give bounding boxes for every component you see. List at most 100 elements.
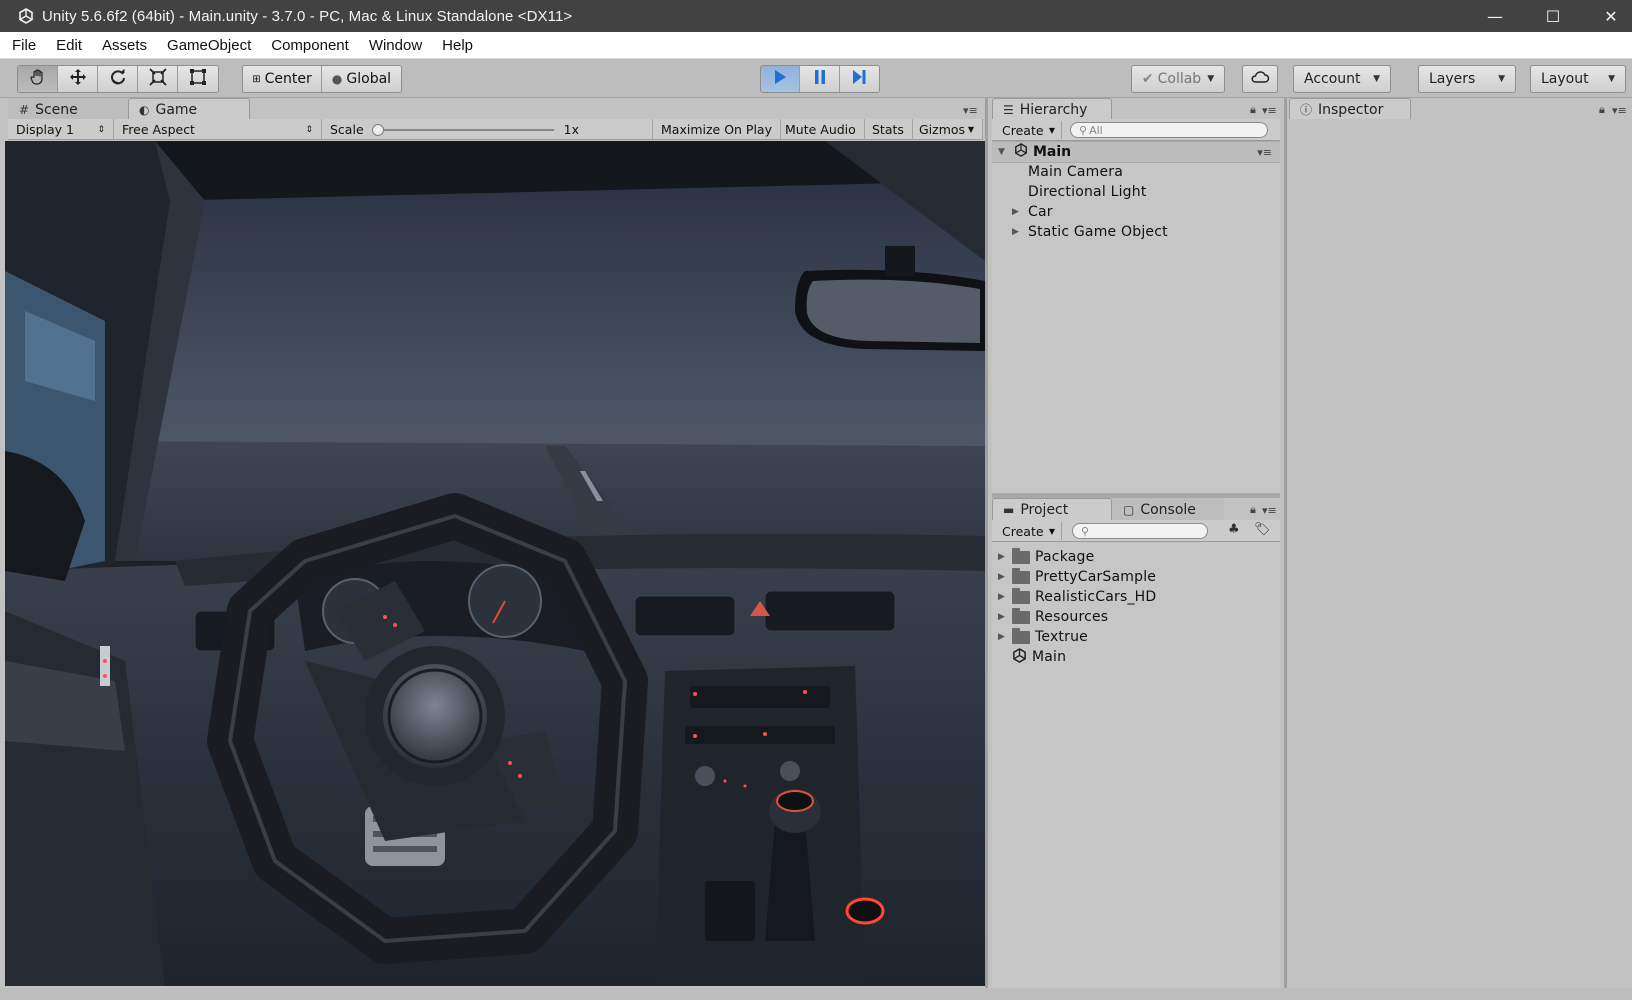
project-item-label: Main [1032, 649, 1067, 665]
display-dropdown[interactable]: Display 1 ⇕ [8, 119, 114, 140]
project-item-label: Package [1035, 549, 1095, 565]
project-item-textrue[interactable]: ▶ Textrue [998, 627, 1088, 647]
cloud-button[interactable] [1242, 65, 1278, 93]
menu-component[interactable]: Component [259, 37, 357, 54]
fold-down-icon[interactable]: ▼ [998, 147, 1012, 157]
account-dropdown[interactable]: Account ▼ [1293, 65, 1391, 93]
panel-menu-icon[interactable]: ▾≡ [1612, 104, 1627, 117]
stats-toggle[interactable]: Stats [864, 119, 913, 140]
hierarchy-search-input[interactable]: ⚲ All [1070, 122, 1268, 138]
tab-project[interactable]: ▬ Project [992, 498, 1112, 520]
move-tool-button[interactable] [58, 66, 98, 92]
tab-scene[interactable]: # Scene [8, 98, 128, 120]
maximize-on-play-toggle[interactable]: Maximize On Play [652, 119, 781, 140]
project-search-input[interactable]: ⚲ [1072, 523, 1208, 539]
hierarchy-item-static-game-object[interactable]: ▶ Static Game Object [1012, 222, 1168, 242]
folder-icon [1012, 627, 1030, 644]
menu-assets[interactable]: Assets [90, 37, 155, 54]
layers-dropdown[interactable]: Layers ▼ [1418, 65, 1516, 93]
maximize-button[interactable]: ☐ [1524, 0, 1582, 32]
layout-dropdown[interactable]: Layout ▼ [1530, 65, 1626, 93]
hierarchy-tabs: ☰ Hierarchy 🔒︎ ▾≡ [992, 98, 1280, 120]
lock-icon[interactable]: 🔒︎ [1599, 103, 1605, 117]
folder-icon [1012, 567, 1030, 584]
aspect-dropdown[interactable]: Free Aspect ⇕ [114, 119, 322, 140]
hierarchy-item-label: Directional Light [1028, 184, 1147, 200]
filter-by-type-icon[interactable]: ♣ [1228, 522, 1240, 537]
project-item-label: Resources [1035, 609, 1109, 625]
menu-edit[interactable]: Edit [44, 37, 90, 54]
menu-file[interactable]: File [0, 37, 44, 54]
scene-menu-icon[interactable]: ▾≡ [1257, 146, 1272, 159]
project-item-prettycarsample[interactable]: ▶ PrettyCarSample [998, 567, 1156, 587]
minimize-button[interactable]: — [1466, 0, 1524, 32]
tab-console[interactable]: ▢ Console [1112, 498, 1224, 520]
menu-gameobject[interactable]: GameObject [155, 37, 259, 54]
tab-scene-label: Scene [35, 101, 78, 118]
hand-tool-button[interactable] [18, 66, 58, 92]
filter-by-label-icon[interactable]: 🏷︎ [1254, 522, 1271, 537]
hierarchy-create-dropdown[interactable]: Create ▼ [996, 121, 1062, 139]
rotate-tool-button[interactable] [98, 66, 138, 92]
project-item-resources[interactable]: ▶ Resources [998, 607, 1108, 627]
scale-slider[interactable] [371, 123, 554, 136]
pause-button[interactable] [800, 66, 840, 92]
menu-help[interactable]: Help [430, 37, 481, 54]
rect-transform-icon [189, 68, 207, 90]
project-item-label: Textrue [1035, 629, 1088, 645]
lock-icon[interactable]: 🔒︎ [1250, 103, 1256, 117]
gizmos-dropdown[interactable]: Gizmos ▼ [911, 119, 983, 140]
hierarchy-scene-row[interactable]: ▼ Main ▾≡ [992, 141, 1280, 163]
scale-tool-button[interactable] [138, 66, 178, 92]
info-icon: ⓘ [1300, 103, 1313, 117]
project-item-realisticcars-hd[interactable]: ▶ RealisticCars_HD [998, 587, 1156, 607]
panel-menu-icon[interactable]: ▾≡ [1262, 504, 1277, 517]
tab-hierarchy[interactable]: ☰ Hierarchy [992, 98, 1112, 120]
chevron-down-icon: ▼ [1608, 74, 1615, 84]
fold-right-icon[interactable]: ▶ [1012, 227, 1026, 237]
panel-splitter[interactable] [1284, 98, 1287, 988]
fold-right-icon[interactable]: ▶ [998, 552, 1012, 562]
panel-splitter[interactable] [985, 98, 988, 988]
close-button[interactable]: ✕ [1582, 0, 1632, 32]
chevron-down-icon: ▼ [967, 125, 974, 134]
window-title: Unity 5.6.6f2 (64bit) - Main.unity - 3.7… [42, 7, 573, 25]
rect-tool-button[interactable] [178, 66, 218, 92]
account-label: Account [1304, 71, 1361, 87]
game-view-viewport[interactable] [5, 141, 985, 986]
step-button[interactable] [839, 66, 879, 92]
transform-tools [17, 65, 219, 93]
tab-inspector[interactable]: ⓘ Inspector [1289, 98, 1411, 120]
lock-icon[interactable]: 🔒︎ [1250, 503, 1256, 517]
scene-name: Main [1033, 144, 1072, 160]
hierarchy-item-main-camera[interactable]: Main Camera [1028, 162, 1123, 182]
hierarchy-item-directional-light[interactable]: Directional Light [1028, 182, 1147, 202]
create-label: Create [1002, 122, 1044, 138]
play-button[interactable] [761, 66, 801, 92]
move-arrows-icon [68, 67, 88, 91]
slider-thumb[interactable] [371, 123, 384, 136]
fold-right-icon[interactable]: ▶ [998, 612, 1012, 622]
panel-menu-icon[interactable]: ▾≡ [963, 104, 978, 117]
pivot-center-button[interactable]: ⊞ Center [243, 66, 322, 92]
fold-right-icon[interactable]: ▶ [998, 632, 1012, 642]
project-item-main-scene[interactable]: Main [1012, 647, 1066, 667]
fold-right-icon[interactable]: ▶ [1012, 207, 1026, 217]
project-item-package[interactable]: ▶ Package [998, 547, 1094, 567]
project-create-dropdown[interactable]: Create ▼ [996, 522, 1062, 540]
folder-icon [1012, 587, 1030, 604]
menu-window[interactable]: Window [357, 37, 430, 54]
project-toolbar: Create ▼ ⚲ ♣ 🏷︎ [992, 520, 1280, 542]
fold-right-icon[interactable]: ▶ [998, 592, 1012, 602]
collab-dropdown[interactable]: ✔ Collab ▼ [1131, 65, 1225, 93]
chevron-down-icon: ▼ [1048, 526, 1055, 536]
pivot-global-button[interactable]: ● Global [322, 66, 401, 92]
mute-audio-toggle[interactable]: Mute Audio [777, 119, 865, 140]
hierarchy-item-car[interactable]: ▶ Car [1012, 202, 1053, 222]
space-label: Global [346, 71, 392, 87]
tab-game[interactable]: ◐ Game [128, 98, 250, 120]
unity-logo-icon [16, 6, 36, 26]
status-bar [0, 988, 1632, 1000]
panel-menu-icon[interactable]: ▾≡ [1262, 104, 1277, 117]
fold-right-icon[interactable]: ▶ [998, 572, 1012, 582]
